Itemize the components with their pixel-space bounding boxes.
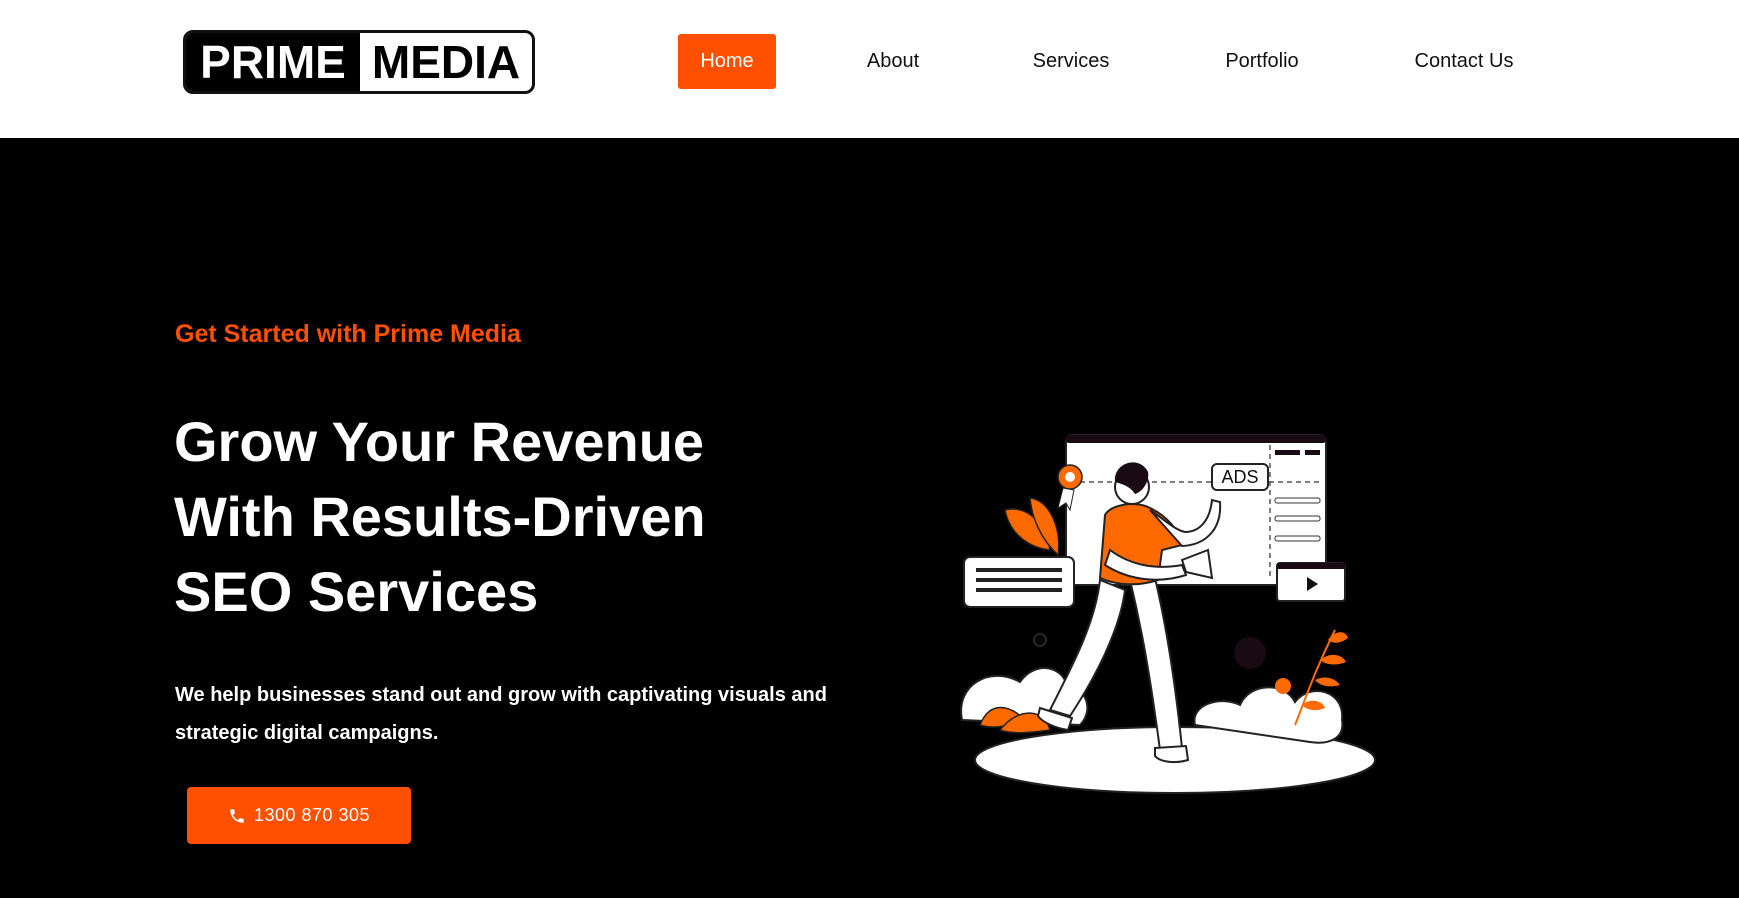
- hero-title: Grow Your Revenue With Results-Driven SE…: [174, 404, 874, 629]
- hero-title-line-3: SEO Services: [174, 560, 539, 623]
- brand-logo[interactable]: PRIME MEDIA: [183, 30, 535, 94]
- phone-icon: [230, 808, 244, 823]
- hero-illustration: ADS: [960, 434, 1376, 794]
- hero-title-line-1: Grow Your Revenue: [174, 410, 705, 473]
- hero-title-line-2: With Results-Driven: [174, 485, 706, 548]
- person-leg-right: [1128, 576, 1184, 752]
- screen-topbar: [1066, 435, 1326, 443]
- nav-portfolio[interactable]: Portfolio: [1212, 34, 1312, 89]
- logo-right-text: MEDIA: [371, 36, 521, 88]
- nav-home-label: Home: [700, 50, 754, 72]
- nav-contact-label: Contact Us: [1414, 50, 1514, 72]
- nav-contact[interactable]: Contact Us: [1404, 34, 1524, 89]
- call-button-label: 1300 870 305: [253, 805, 371, 825]
- hero-description: We help businesses stand out and grow wi…: [175, 684, 827, 744]
- logo-left-text: PRIME: [186, 33, 360, 91]
- nav-home[interactable]: Home: [678, 34, 776, 89]
- person-shoe-right: [1154, 744, 1190, 764]
- site-header: PRIME MEDIA Home About Services Portfoli…: [0, 0, 1739, 138]
- nav-portfolio-label: Portfolio: [1225, 50, 1299, 72]
- hero-eyebrow: Get Started with Prime Media: [175, 320, 521, 348]
- ads-label: ADS: [1221, 467, 1258, 487]
- nav-services[interactable]: Services: [1022, 34, 1120, 89]
- call-button[interactable]: 1300 870 305: [187, 787, 411, 844]
- nav-about[interactable]: About: [852, 34, 934, 89]
- nav-services-label: Services: [1032, 50, 1110, 72]
- nav-about-label: About: [866, 50, 920, 72]
